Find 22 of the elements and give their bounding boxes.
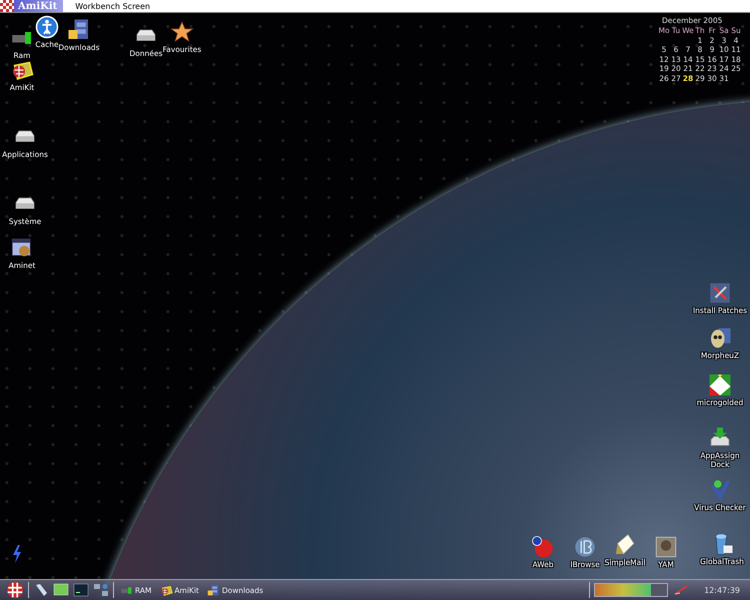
file-cabinet-icon[interactable] [67,18,91,42]
checkered-ball-drive-icon[interactable] [160,584,173,596]
checkered-ball-icon[interactable] [6,581,24,599]
tools-icon[interactable] [708,281,732,305]
file-cabinet-icon[interactable] [206,584,220,596]
diamond-icon[interactable] [708,373,732,397]
ball-icon[interactable] [531,535,555,559]
terminal-icon[interactable] [73,582,89,598]
clock: 12:47:39 [704,586,740,594]
picture-icon[interactable] [654,535,678,559]
network-icon[interactable] [93,582,109,598]
lightning-icon[interactable] [12,545,22,563]
screen-logo[interactable]: AmiKit [0,0,64,12]
flashlight-icon[interactable] [33,582,49,598]
globe-icon[interactable] [573,535,597,559]
checkmark-icon[interactable] [708,478,732,502]
skull-icon[interactable] [708,326,732,350]
screen-title: Workbench Screen [75,2,150,10]
envelope-icon[interactable] [613,533,637,557]
info-icon[interactable] [35,15,59,39]
monitor-icon[interactable] [53,582,69,598]
star-icon[interactable] [170,20,194,44]
